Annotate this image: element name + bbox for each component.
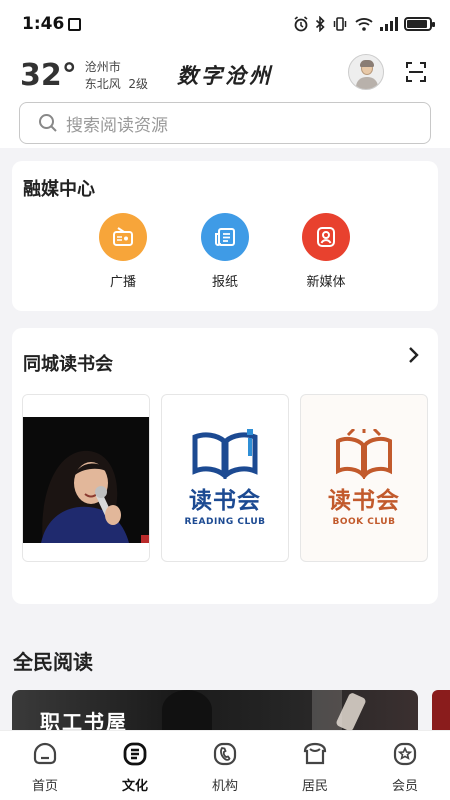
nav-resident[interactable]: 居民 bbox=[270, 731, 360, 800]
nav-home[interactable]: 首页 bbox=[0, 731, 90, 800]
nav-label: 居民 bbox=[301, 779, 328, 794]
institution-icon bbox=[213, 742, 237, 766]
media-center-title: 融媒中心 bbox=[23, 179, 95, 200]
vibrate-icon bbox=[333, 17, 347, 31]
temperature: 32° bbox=[20, 58, 77, 93]
club-card-photo[interactable] bbox=[22, 394, 150, 562]
reading-club-card: 同城读书会 读书会 READING CLUB 读书会 BOOK CLUB bbox=[12, 328, 438, 604]
new-media-icon bbox=[317, 227, 335, 247]
alarm-icon bbox=[294, 16, 308, 32]
media-item-radio[interactable]: 广播 bbox=[88, 213, 158, 290]
avatar[interactable] bbox=[348, 54, 384, 90]
reading-club-logo-cn: 读书会 bbox=[189, 488, 261, 514]
nav-label: 文化 bbox=[121, 779, 148, 794]
radio-icon bbox=[113, 227, 133, 246]
club-card-book-club[interactable]: 读书会 BOOK CLUB bbox=[300, 394, 428, 562]
book-club-logo-cn: 读书会 bbox=[328, 488, 400, 514]
status-icons bbox=[293, 16, 435, 32]
wind-info: 东北风 2级 bbox=[84, 76, 149, 91]
media-item-label: 广播 bbox=[109, 275, 136, 290]
wifi-icon bbox=[355, 18, 373, 31]
bottom-nav: 首页 文化 机构 居民 会员 bbox=[0, 730, 450, 800]
culture-icon bbox=[123, 742, 147, 766]
club-card-reading-club[interactable]: 读书会 READING CLUB bbox=[161, 394, 289, 562]
media-center-card: 融媒中心 广播 报纸 新媒体 bbox=[12, 161, 438, 311]
weather-widget[interactable]: 32° 沧州市 东北风 2级 bbox=[20, 58, 148, 93]
status-bar: 1:46 bbox=[0, 0, 450, 48]
national-reading-title: 全民阅读 bbox=[13, 650, 93, 674]
next-banner-peek[interactable] bbox=[432, 690, 450, 730]
chevron-right-icon[interactable] bbox=[408, 346, 420, 364]
member-icon bbox=[393, 742, 417, 766]
media-item-newspaper[interactable]: 报纸 bbox=[190, 213, 260, 290]
nav-member[interactable]: 会员 bbox=[360, 731, 450, 800]
book-club-book-icon bbox=[336, 429, 392, 479]
nav-institution[interactable]: 机构 bbox=[180, 731, 270, 800]
search-input[interactable]: 搜索阅读资源 bbox=[66, 111, 168, 136]
nav-culture[interactable]: 文化 bbox=[90, 731, 180, 800]
banner-title: 职工书屋 bbox=[40, 710, 128, 730]
speaker-photo bbox=[23, 395, 149, 561]
nav-label: 首页 bbox=[31, 779, 58, 794]
header: 32° 沧州市 东北风 2级 数字沧州 搜索阅读资源 bbox=[0, 48, 450, 148]
status-time: 1:46 bbox=[22, 14, 82, 34]
battery-icon bbox=[404, 17, 435, 31]
reading-club-logo-en: READING CLUB bbox=[184, 517, 266, 527]
search-icon bbox=[39, 114, 57, 132]
nav-label: 机构 bbox=[211, 779, 238, 794]
nav-label: 会员 bbox=[391, 779, 418, 794]
search-bar[interactable]: 搜索阅读资源 bbox=[19, 102, 431, 144]
book-club-logo-en: BOOK CLUB bbox=[332, 517, 396, 527]
nfc-icon bbox=[68, 17, 82, 31]
media-item-label: 报纸 bbox=[211, 275, 238, 290]
scan-icon[interactable] bbox=[404, 60, 428, 84]
media-item-new-media[interactable]: 新媒体 bbox=[291, 213, 361, 290]
clock-text: 1:46 bbox=[22, 14, 65, 34]
home-icon bbox=[33, 742, 57, 765]
battery-fill bbox=[407, 20, 427, 28]
city-name: 沧州市 bbox=[84, 59, 121, 74]
newspaper-icon bbox=[215, 228, 235, 246]
weather-meta: 沧州市 东北风 2级 bbox=[85, 59, 148, 93]
reading-club-title: 同城读书会 bbox=[23, 354, 113, 375]
bluetooth-icon bbox=[315, 16, 325, 32]
national-reading-banner[interactable]: 职工书屋 bbox=[12, 690, 418, 730]
open-book-icon bbox=[192, 429, 258, 479]
resident-icon bbox=[303, 742, 327, 765]
cell-signal-icon bbox=[380, 17, 398, 31]
media-item-label: 新媒体 bbox=[306, 275, 346, 290]
